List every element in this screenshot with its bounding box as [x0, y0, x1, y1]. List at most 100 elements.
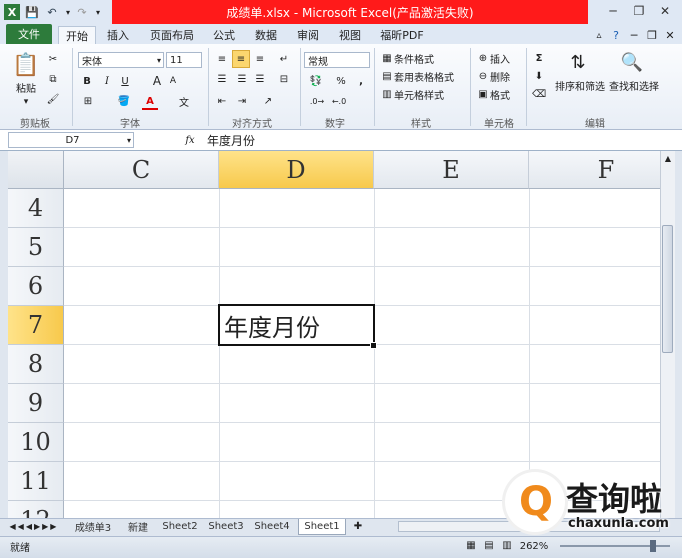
row-header-7[interactable]: 7: [8, 306, 64, 345]
currency-icon[interactable]: 💱: [308, 74, 324, 88]
row-header-9[interactable]: 9: [8, 384, 64, 423]
row-header-4[interactable]: 4: [8, 189, 64, 228]
name-box-dropdown-icon[interactable]: ▾: [124, 133, 134, 147]
align-right-icon[interactable]: ☰: [252, 72, 268, 86]
tab-foxit-pdf[interactable]: 福昕PDF: [374, 26, 430, 44]
conditional-format-button[interactable]: 条件格式: [394, 51, 444, 66]
scroll-thumb[interactable]: [662, 225, 673, 353]
table-format-button[interactable]: 套用表格格式: [394, 69, 460, 84]
insert-function-button[interactable]: fx: [180, 133, 200, 147]
page-layout-view-icon[interactable]: ▤: [482, 538, 496, 552]
name-box[interactable]: D7: [8, 132, 134, 148]
sort-filter-icon[interactable]: ⇅: [566, 50, 590, 74]
shrink-font-button[interactable]: A: [166, 74, 180, 88]
align-left-icon[interactable]: ☰: [214, 72, 230, 86]
underline-button[interactable]: U: [118, 74, 132, 88]
cut-icon[interactable]: ✂: [46, 52, 60, 66]
comma-button[interactable]: ,: [354, 74, 368, 88]
italic-button[interactable]: I: [100, 74, 114, 88]
delete-cells-icon[interactable]: ⊖: [476, 69, 490, 83]
column-header-f[interactable]: F: [529, 151, 660, 189]
column-header-c[interactable]: C: [64, 151, 219, 189]
copy-icon[interactable]: ⧉: [46, 72, 60, 86]
row-header-8[interactable]: 8: [8, 345, 64, 384]
scroll-up-icon[interactable]: ▲: [662, 152, 674, 164]
doc-minimize-icon[interactable]: ─: [626, 26, 642, 44]
ribbon-minimize-icon[interactable]: ▵: [592, 26, 606, 44]
format-painter-icon[interactable]: 🖌: [46, 92, 60, 106]
spreadsheet-grid[interactable]: C D E F 4 5 6 7 8 9 10 11 12 年度月份: [8, 151, 660, 518]
borders-icon[interactable]: ⊞: [80, 94, 96, 108]
formula-input[interactable]: 年度月份: [204, 131, 662, 149]
tab-page-layout[interactable]: 页面布局: [144, 26, 200, 44]
row-header-6[interactable]: 6: [8, 267, 64, 306]
font-name-select[interactable]: 宋体: [78, 52, 164, 68]
align-top-icon[interactable]: ≡: [214, 52, 230, 66]
tab-insert[interactable]: 插入: [100, 26, 136, 44]
clear-icon[interactable]: ⌫: [532, 87, 546, 101]
select-all-corner[interactable]: [8, 151, 64, 189]
fill-handle[interactable]: [370, 342, 377, 349]
number-format-select[interactable]: 常规: [304, 52, 370, 68]
bold-button[interactable]: B: [80, 74, 94, 88]
paste-button[interactable]: 粘贴: [8, 80, 44, 95]
insert-cells-button[interactable]: 插入: [490, 51, 520, 66]
maximize-icon[interactable]: ❐: [628, 2, 650, 20]
phonetic-icon[interactable]: 文: [176, 94, 192, 109]
conditional-format-icon[interactable]: ▦: [380, 51, 394, 65]
tab-data[interactable]: 数据: [248, 26, 284, 44]
cell-styles-icon[interactable]: ▥: [380, 87, 394, 101]
increase-decimal-icon[interactable]: .0→: [308, 94, 326, 108]
undo-icon[interactable]: ↶: [44, 4, 60, 20]
close-icon[interactable]: ✕: [654, 2, 676, 20]
decrease-indent-icon[interactable]: ⇤: [214, 94, 230, 108]
sheet-tab-sheet4[interactable]: Sheet4: [250, 519, 294, 534]
paste-dropdown-icon[interactable]: ▾: [16, 96, 36, 108]
percent-button[interactable]: %: [334, 74, 348, 88]
row-header-10[interactable]: 10: [8, 423, 64, 462]
tab-review[interactable]: 审阅: [290, 26, 326, 44]
tab-view[interactable]: 视图: [332, 26, 368, 44]
orientation-icon[interactable]: ↗: [260, 94, 276, 108]
merge-center-icon[interactable]: ⊟: [276, 72, 292, 86]
find-select-button[interactable]: 查找和选择: [608, 78, 660, 93]
sheet-tab-sheet3[interactable]: Sheet3: [204, 519, 248, 534]
tab-home[interactable]: 开始: [58, 26, 96, 45]
customize-quick-access-icon[interactable]: ▾: [90, 4, 106, 20]
row-header-11[interactable]: 11: [8, 462, 64, 501]
paste-icon[interactable]: 📋: [12, 50, 40, 80]
insert-cells-icon[interactable]: ⊕: [476, 51, 490, 65]
align-center-icon[interactable]: ☰: [234, 72, 250, 86]
grow-font-button[interactable]: A: [150, 74, 164, 88]
cell-styles-button[interactable]: 单元格样式: [394, 87, 450, 102]
column-header-d[interactable]: D: [219, 151, 374, 189]
zoom-slider-thumb[interactable]: [650, 540, 656, 552]
find-select-icon[interactable]: 🔍: [620, 50, 644, 74]
tab-file[interactable]: 文件: [6, 24, 52, 44]
column-header-e[interactable]: E: [374, 151, 529, 189]
active-cell-d7[interactable]: 年度月份: [218, 304, 375, 346]
new-sheet-icon[interactable]: ✚: [350, 519, 366, 534]
sheet-tab-chengjidan3[interactable]: 成绩单3: [68, 519, 118, 534]
wrap-text-icon[interactable]: ↵: [276, 52, 292, 66]
font-color-icon[interactable]: A: [142, 94, 158, 110]
normal-view-icon[interactable]: ▦: [464, 538, 478, 552]
format-cells-button[interactable]: 格式: [490, 87, 520, 102]
increase-indent-icon[interactable]: ⇥: [234, 94, 250, 108]
decrease-decimal-icon[interactable]: ←.0: [330, 94, 348, 108]
table-format-icon[interactable]: ▤: [380, 69, 394, 83]
zoom-level[interactable]: 262%: [518, 538, 550, 554]
redo-icon[interactable]: ↷: [74, 4, 90, 20]
sheet-tab-xinjian[interactable]: 新建: [120, 519, 156, 534]
row-header-5[interactable]: 5: [8, 228, 64, 267]
sheet-tab-sheet1[interactable]: Sheet1: [298, 519, 346, 535]
save-icon[interactable]: 💾: [24, 4, 40, 20]
delete-cells-button[interactable]: 删除: [490, 69, 520, 84]
doc-restore-icon[interactable]: ❐: [644, 26, 660, 44]
row-header-12[interactable]: 12: [8, 501, 64, 518]
font-size-select[interactable]: 11: [166, 52, 202, 68]
format-cells-icon[interactable]: ▣: [476, 87, 490, 101]
align-middle-icon[interactable]: ≡: [232, 50, 250, 68]
help-icon[interactable]: ?: [608, 26, 624, 44]
page-break-view-icon[interactable]: ▥: [500, 538, 514, 552]
